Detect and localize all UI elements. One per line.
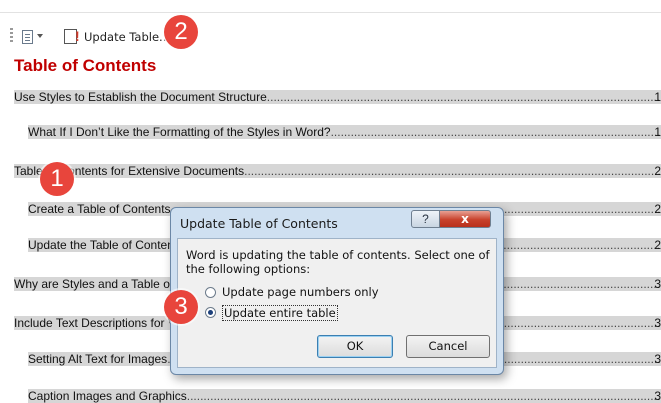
ok-button[interactable]: OK [317,335,393,358]
toc-entry-page: 1 [654,90,661,104]
top-border-line [0,12,661,13]
help-button[interactable]: ? [411,210,440,228]
dropdown-caret-icon[interactable] [37,34,43,38]
update-alert-icon: ! [75,28,80,44]
toc-entry-text: What If I Don’t Like the Formatting of t… [28,125,331,139]
toolbar-grip[interactable] [10,28,13,44]
toc-entry[interactable]: Table of Contents for Extensive Document… [14,164,661,178]
toc-entry-text: Caption Images and Graphics [28,389,187,403]
toc-entry-text: Create a Table of Contents [28,202,171,216]
toc-heading: Table of Contents [14,56,157,75]
toc-entry[interactable]: Caption Images and Graphics.............… [28,389,661,403]
document-options-icon[interactable] [22,30,33,44]
toc-entry[interactable]: Use Styles to Establish the Document Str… [14,90,661,104]
callout-badge-1: 1 [40,162,74,196]
toc-entry-page: 2 [654,164,661,178]
toc-entry-text: Use Styles to Establish the Document Str… [14,90,267,104]
cancel-button[interactable]: Cancel [406,335,490,358]
update-toc-dialog: Update Table of Contents ? x Word is upd… [170,207,504,375]
toc-entry-page: 2 [654,238,661,252]
toc-entry-page: 3 [654,389,661,403]
toc-entry-text: Setting Alt Text for Images [28,352,168,366]
toc-entry[interactable]: What If I Don’t Like the Formatting of t… [28,125,661,139]
toc-entry-page: 3 [654,352,661,366]
toc-entry-page: 1 [654,125,661,139]
close-button[interactable]: x [439,210,491,228]
dialog-message: Word is updating the table of contents. … [186,248,490,276]
option-entire-table-label[interactable]: Update entire table [222,305,338,321]
toc-entry-text: Update the Table of Contents [28,238,184,252]
update-table-button[interactable]: Update Table... [84,30,170,44]
radio-page-numbers-only[interactable] [205,287,216,298]
radio-entire-table[interactable] [205,307,216,318]
callout-badge-2: 2 [164,15,198,49]
dialog-title: Update Table of Contents [180,216,338,231]
toc-entry-page: 3 [654,316,661,330]
callout-badge-3: 3 [164,290,198,324]
option-page-numbers-only-label[interactable]: Update page numbers only [222,285,379,299]
dialog-body: Word is updating the table of contents. … [177,238,497,368]
toc-entry-page: 3 [654,277,661,291]
toc-entry-page: 2 [654,202,661,216]
